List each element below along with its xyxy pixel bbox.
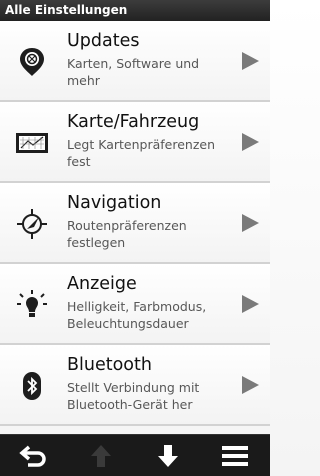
settings-item-title: Navigation xyxy=(67,193,162,213)
settings-list: Updates Karten, Software und mehr Karte/… xyxy=(0,21,270,426)
bluetooth-icon xyxy=(12,369,52,403)
map-icon xyxy=(12,126,52,160)
bottom-toolbar xyxy=(0,434,270,476)
page-title: Alle Einstellungen xyxy=(0,0,270,21)
updates-icon xyxy=(12,45,52,79)
settings-item-title: Karte/Fahrzeug xyxy=(67,112,200,132)
scroll-up-button[interactable] xyxy=(67,435,134,476)
chevron-right-icon xyxy=(242,133,259,151)
settings-item-description: Helligkeit, Farbmodus, Beleuchtungsdauer xyxy=(67,299,207,331)
settings-item-map[interactable]: Karte/Fahrzeug Legt Kartenpräferenzen fe… xyxy=(0,102,270,183)
navigation-icon xyxy=(12,207,52,241)
chevron-right-icon xyxy=(242,214,259,232)
chevron-right-icon xyxy=(242,295,259,313)
settings-item-title: Updates xyxy=(67,31,140,51)
settings-item-title: Bluetooth xyxy=(67,355,152,375)
menu-button[interactable] xyxy=(201,435,268,476)
scroll-down-icon xyxy=(157,445,178,467)
settings-item-display[interactable]: Anzeige Helligkeit, Farbmodus, Beleuchtu… xyxy=(0,264,270,345)
scroll-down-button[interactable] xyxy=(134,435,201,476)
scroll-up-icon xyxy=(90,445,111,467)
settings-item-navigation[interactable]: Navigation Routenpräferenzen festlegen xyxy=(0,183,270,264)
settings-item-description: Routenpräferenzen festlegen xyxy=(67,218,187,250)
settings-item-description: Stellt Verbindung mit Bluetooth-Gerät he… xyxy=(67,380,200,412)
chevron-right-icon xyxy=(242,52,259,70)
chevron-right-icon xyxy=(242,376,259,394)
settings-item-description: Legt Kartenpräferenzen fest xyxy=(67,137,216,169)
back-button[interactable] xyxy=(0,435,67,476)
brightness-icon xyxy=(12,288,52,322)
menu-icon xyxy=(221,446,248,466)
settings-item-description: Karten, Software und mehr xyxy=(67,56,200,88)
settings-item-updates[interactable]: Updates Karten, Software und mehr xyxy=(0,21,270,102)
settings-item-bluetooth[interactable]: Bluetooth Stellt Verbindung mit Bluetoot… xyxy=(0,345,270,426)
settings-item-title: Anzeige xyxy=(67,274,137,294)
back-icon xyxy=(18,445,46,467)
